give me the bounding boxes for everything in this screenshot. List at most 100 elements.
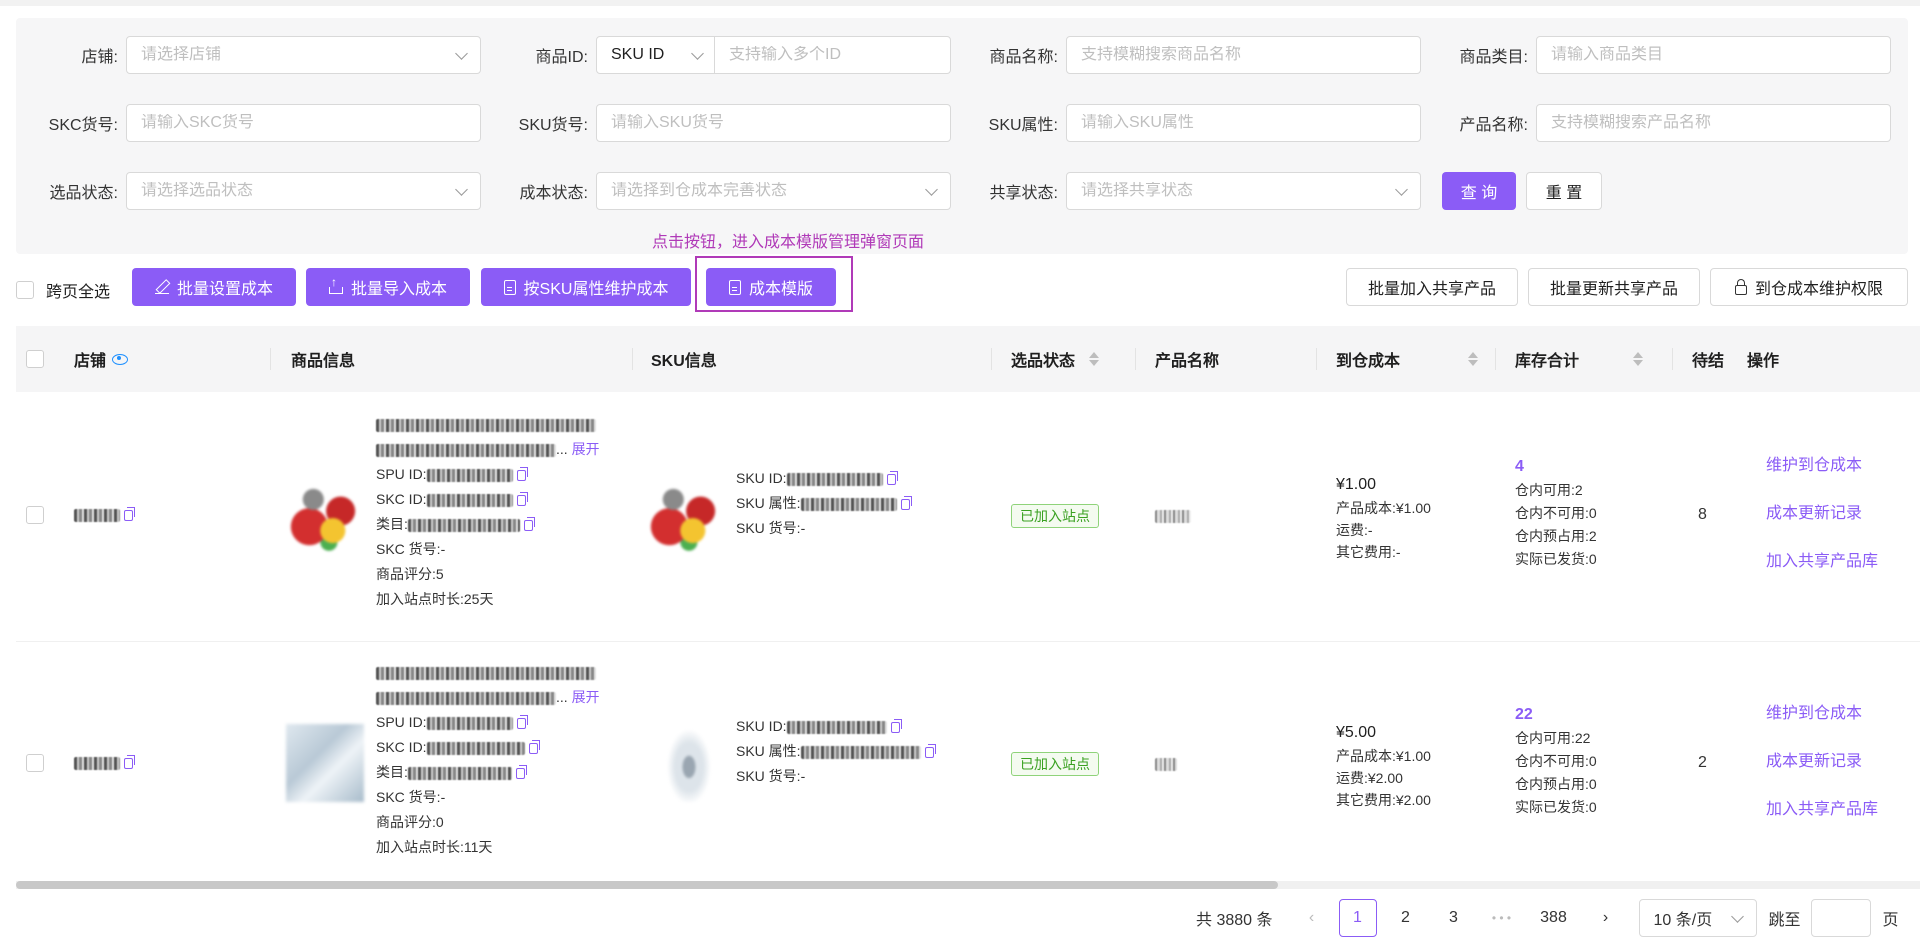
select-status-select[interactable] bbox=[126, 172, 481, 210]
col-stock-total[interactable]: 库存合计 bbox=[1515, 326, 1644, 392]
stock-total-link[interactable]: 4 bbox=[1515, 454, 1597, 479]
reset-button[interactable]: 重 置 bbox=[1526, 172, 1602, 210]
stock-total: 22 仓内可用:22 仓内不可用:0 仓内预占用:0 实际已发货:0 bbox=[1515, 702, 1597, 819]
copy-icon[interactable] bbox=[900, 495, 912, 510]
shop-select-input[interactable] bbox=[141, 46, 466, 64]
filter-panel: 店铺: 商品ID: SKU ID 商品名称: bbox=[16, 18, 1908, 254]
product-name-input[interactable] bbox=[1081, 46, 1406, 64]
next-page-button[interactable]: › bbox=[1587, 899, 1625, 937]
filter-cost-status: 成本状态: bbox=[486, 171, 951, 211]
copy-icon[interactable] bbox=[523, 516, 535, 531]
batch-update-share-button[interactable]: 批量更新共享产品 bbox=[1528, 268, 1700, 306]
col-product-info: 商品信息 bbox=[291, 353, 356, 370]
other-cost-value: ¥2.00 bbox=[1395, 792, 1431, 808]
cost-status-input[interactable] bbox=[611, 182, 936, 200]
id-type-select[interactable]: SKU ID bbox=[597, 37, 715, 73]
copy-icon[interactable] bbox=[886, 470, 898, 485]
batch-import-cost-label: 批量导入成本 bbox=[350, 281, 447, 298]
reserved-label: 仓内预占用: bbox=[1515, 528, 1589, 544]
page-2[interactable]: 2 bbox=[1387, 899, 1425, 937]
scrollbar-thumb[interactable] bbox=[16, 881, 1278, 889]
shipped-value: 0 bbox=[1588, 799, 1597, 815]
page-size-value: 10 条/页 bbox=[1653, 912, 1713, 929]
copy-icon[interactable] bbox=[890, 718, 902, 733]
expand-link[interactable]: 展开 bbox=[572, 689, 600, 705]
filter-sku-attr: SKU属性: bbox=[956, 103, 1421, 143]
select-status-input[interactable] bbox=[141, 182, 466, 200]
goods-name-input[interactable] bbox=[1551, 114, 1876, 132]
page-last[interactable]: 388 bbox=[1531, 899, 1577, 937]
category-field[interactable] bbox=[1536, 36, 1891, 74]
page-ellipsis[interactable]: • • • bbox=[1479, 899, 1525, 937]
sku-image bbox=[646, 476, 724, 554]
col-warehouse-cost[interactable]: 到仓成本 bbox=[1336, 326, 1479, 392]
select-all-checkbox[interactable] bbox=[16, 281, 34, 299]
redacted-text bbox=[426, 468, 513, 482]
prev-page-button[interactable]: ‹ bbox=[1293, 899, 1331, 937]
sku-no-input[interactable] bbox=[611, 114, 936, 132]
shipping-label: 运费: bbox=[1336, 522, 1368, 538]
category-label: 类目: bbox=[376, 516, 408, 532]
batch-import-cost-button[interactable]: 批量导入成本 bbox=[306, 268, 470, 306]
select-all-across-pages[interactable]: 跨页全选 bbox=[16, 278, 110, 302]
other-cost-label: 其它费用: bbox=[1336, 792, 1396, 808]
sort-icon[interactable] bbox=[1089, 352, 1100, 366]
copy-icon[interactable] bbox=[515, 764, 527, 779]
page-3[interactable]: 3 bbox=[1435, 899, 1473, 937]
add-share-link[interactable]: 加入共享产品库 bbox=[1766, 786, 1878, 834]
maintain-cost-link[interactable]: 维护到仓成本 bbox=[1766, 690, 1878, 738]
cost-history-link[interactable]: 成本更新记录 bbox=[1766, 490, 1878, 538]
product-id-input[interactable] bbox=[729, 46, 936, 64]
add-share-link[interactable]: 加入共享产品库 bbox=[1766, 538, 1878, 586]
page-1[interactable]: 1 bbox=[1338, 899, 1377, 937]
maintain-cost-link[interactable]: 维护到仓成本 bbox=[1766, 442, 1878, 490]
eye-icon[interactable] bbox=[112, 353, 129, 365]
share-status-input[interactable] bbox=[1081, 182, 1406, 200]
cost-status-select[interactable] bbox=[596, 172, 951, 210]
stock-total-link[interactable]: 22 bbox=[1515, 702, 1597, 727]
copy-icon[interactable] bbox=[924, 743, 936, 758]
row-checkbox[interactable] bbox=[26, 754, 44, 772]
horizontal-scrollbar[interactable] bbox=[16, 881, 1920, 889]
filter-product-id-label: 商品ID: bbox=[535, 49, 588, 66]
cost-history-link[interactable]: 成本更新记录 bbox=[1766, 738, 1878, 786]
jump-page-input[interactable] bbox=[1810, 899, 1871, 937]
header-checkbox[interactable] bbox=[26, 350, 44, 368]
query-button[interactable]: 查 询 bbox=[1442, 172, 1516, 210]
shop-select[interactable] bbox=[126, 36, 481, 74]
reserved-label: 仓内预占用: bbox=[1515, 776, 1589, 792]
filter-cost-status-label: 成本状态: bbox=[519, 185, 588, 202]
column-divider bbox=[1672, 348, 1673, 370]
sort-icon[interactable] bbox=[1633, 352, 1644, 366]
cost-permission-button[interactable]: 到仓成本维护权限 bbox=[1710, 268, 1908, 306]
copy-icon[interactable] bbox=[516, 714, 528, 729]
col-select-status[interactable]: 选品状态 bbox=[1011, 326, 1100, 392]
sku-no-field[interactable] bbox=[596, 104, 951, 142]
skc-no-field[interactable] bbox=[126, 104, 481, 142]
sku-id-label: SKU ID: bbox=[736, 470, 787, 486]
sku-attr-cost-button[interactable]: 按SKU属性维护成本 bbox=[481, 268, 691, 306]
table-header: 店铺 商品信息 SKU信息 选品状态 产品名称 到仓成本 库存合计 待结 操作 bbox=[16, 326, 1920, 392]
row-actions: 维护到仓成本 成本更新记录 加入共享产品库 bbox=[1766, 690, 1878, 834]
category-input[interactable] bbox=[1551, 46, 1876, 64]
product-name-field[interactable] bbox=[1066, 36, 1421, 74]
goods-name-field[interactable] bbox=[1536, 104, 1891, 142]
batch-add-share-button[interactable]: 批量加入共享产品 bbox=[1346, 268, 1518, 306]
copy-icon[interactable] bbox=[124, 754, 135, 769]
copy-icon[interactable] bbox=[124, 506, 135, 521]
sort-icon[interactable] bbox=[1468, 352, 1479, 366]
column-divider bbox=[1495, 348, 1496, 370]
cost-template-button[interactable]: 成本模版 bbox=[706, 268, 836, 306]
row-checkbox[interactable] bbox=[26, 506, 44, 524]
shipping-value: ¥2.00 bbox=[1367, 770, 1403, 786]
copy-icon[interactable] bbox=[516, 466, 528, 481]
page-size-select[interactable]: 10 条/页 bbox=[1638, 899, 1757, 937]
expand-link[interactable]: 展开 bbox=[572, 441, 600, 457]
copy-icon[interactable] bbox=[516, 491, 528, 506]
copy-icon[interactable] bbox=[528, 739, 540, 754]
batch-set-cost-button[interactable]: 批量设置成本 bbox=[132, 268, 296, 306]
share-status-select[interactable] bbox=[1066, 172, 1421, 210]
skc-no-input[interactable] bbox=[141, 114, 466, 132]
sku-attr-field[interactable] bbox=[1066, 104, 1421, 142]
sku-attr-input[interactable] bbox=[1081, 114, 1406, 132]
